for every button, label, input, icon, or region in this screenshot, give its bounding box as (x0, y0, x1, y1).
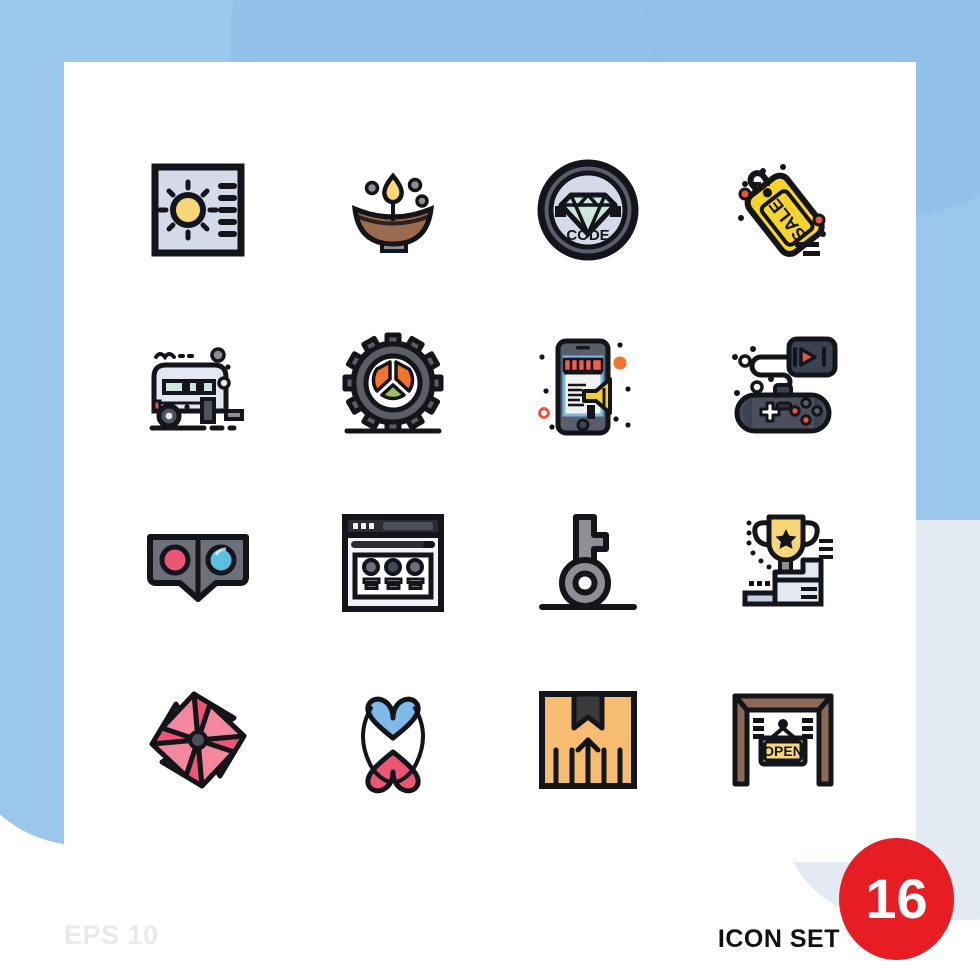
icon-cell-key[interactable] (490, 475, 685, 652)
icon-count-badge: 16 (839, 838, 954, 960)
caravan-trailer-icon (149, 347, 244, 431)
vr-cardboard-icon (146, 534, 249, 603)
icon-set-label: ICON SET (717, 925, 840, 953)
code-badge-text: CODE (566, 227, 609, 244)
key-icon (538, 514, 637, 611)
icon-cell-caravan[interactable] (100, 299, 295, 476)
brightness-panel-icon (151, 163, 244, 257)
icon-cell-open-sign[interactable]: OPEN (685, 652, 880, 829)
icon-grid: CODE SALE OPEN (64, 62, 916, 862)
icon-cell-gamepad[interactable] (685, 299, 880, 476)
code-diamond-badge-icon: CODE (537, 159, 638, 261)
icon-cell-sale-tag[interactable]: SALE (685, 122, 880, 299)
icon-cell-brightness-panel[interactable] (100, 122, 295, 299)
icon-cell-vr-glasses[interactable] (100, 475, 295, 652)
eps-label: EPS 10 (64, 920, 159, 950)
two-hearts-icon (360, 696, 425, 793)
icon-cell-pinwheel[interactable] (100, 652, 295, 829)
icon-cell-peace-gear[interactable] (295, 299, 490, 476)
open-sign-text: OPEN (763, 743, 803, 759)
mobile-marketing-icon (537, 338, 631, 436)
icon-cell-code-badge[interactable]: CODE (490, 122, 685, 299)
delivery-box-icon (538, 690, 637, 789)
icon-cell-mobile-marketing[interactable] (490, 299, 685, 476)
icon-cell-trophy-podium[interactable] (685, 475, 880, 652)
icon-sheet-canvas: CODE SALE OPEN EPS 10 ICON SET 16 (0, 0, 980, 980)
icon-cell-delivery-box[interactable] (490, 652, 685, 829)
icon-cell-two-hearts[interactable] (295, 652, 490, 829)
icon-cell-team-webpage[interactable] (295, 475, 490, 652)
gamepad-console-icon (731, 336, 837, 434)
icon-count-value: 16 (865, 867, 928, 930)
pinwheel-icon (149, 691, 246, 789)
icon-cell-diya-lamp[interactable] (295, 122, 490, 299)
browser-team-page-icon (341, 514, 444, 613)
trophy-podium-icon (742, 514, 833, 607)
open-sign-icon: OPEN (732, 693, 833, 787)
sale-tag-icon: SALE (737, 164, 826, 258)
diya-oil-lamp-icon (351, 172, 434, 254)
peace-gear-icon (342, 332, 443, 434)
